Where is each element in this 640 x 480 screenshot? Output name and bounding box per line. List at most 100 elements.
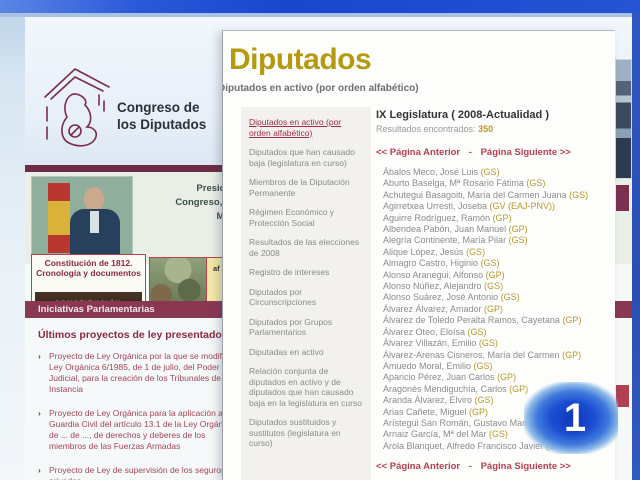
proyecto-item[interactable]: › Proyecto de Ley Orgánica por la que se … [38, 351, 237, 395]
legislature-heading: IX Legislatura ( 2008-Actualidad ) [376, 109, 614, 121]
proyecto-item-text: Proyecto de Ley Orgánica por la que se m… [49, 351, 233, 394]
deputy-row[interactable]: Alique López, Jesús (GS) [383, 247, 614, 258]
deputy-party-tag: (GS) [509, 235, 528, 245]
deputy-row[interactable]: Alegría Continente, María Pilar (GS) [383, 235, 614, 246]
deputy-row[interactable]: Aguirre Rodríguez, Ramón (GP) [383, 213, 614, 224]
sidebar-item[interactable]: Resultados de las elecciones de 2008 [249, 237, 363, 258]
president-portrait [84, 187, 104, 211]
sidebar-item[interactable]: Relación conjunta de diputados en activo… [249, 366, 363, 408]
deputy-party-tag: (GP) [509, 224, 528, 234]
constitucion-title-2: Cronología y documentos [32, 268, 145, 278]
deputy-list: Ábalos Meco, José Luis (GS)Aburto Baselg… [376, 167, 614, 452]
deputy-name: Alonso Suárez, José Antonio [383, 292, 501, 302]
pagina-siguiente-link[interactable]: Página Siguiente >> [481, 147, 571, 158]
brand-line-2: los Diputados [117, 116, 206, 133]
deputy-name: Álvarez Álvarez, Amador [383, 304, 484, 314]
deputy-party-tag: (GP) [493, 213, 512, 223]
pagination-top: << Página Anterior - Página Siguiente >> [376, 147, 614, 158]
chevron-bullet-icon: › [38, 465, 41, 476]
deputy-row[interactable]: Arístegui San Román, Gustavo Manuel de [383, 418, 614, 429]
sidebar-item[interactable]: Diputados por Grupos Parlamentarios [249, 317, 363, 338]
background-maroon-block-2 [616, 385, 629, 407]
sidebar-item[interactable]: Diputadas en activo [249, 347, 363, 358]
deputy-row[interactable]: Alonso Aranegui, Alfonso (GP) [383, 270, 614, 281]
deputy-row[interactable]: Almagro Castro, Higinio (GS) [383, 258, 614, 269]
deputy-row[interactable]: Álvarez Villazán, Emilio (GS) [383, 338, 614, 349]
painting-thumbnail[interactable] [149, 257, 207, 305]
deputy-name: Arola Blanquet, Alfredo Francisco Javier [383, 441, 546, 451]
deputy-party-tag: (GP) [469, 407, 488, 417]
deputy-row[interactable]: Ábalos Meco, José Luis (GS) [383, 167, 614, 178]
proyecto-item[interactable]: ›Proyecto de Ley de supervisión de los s… [38, 465, 237, 480]
deputy-party-tag: (GS) [546, 441, 565, 451]
constitucion-title-1: Constitución de 1812. [32, 258, 145, 268]
deputy-party-tag: (GP) [486, 270, 505, 280]
deputy-name: Almagro Castro, Higinio [383, 258, 481, 268]
sidebar-item[interactable]: Régimen Económico y Protección Social [249, 207, 363, 228]
deputy-party-tag: (GS) [489, 429, 508, 439]
deputy-party-tag: (GS) [569, 190, 588, 200]
window-titlebar [0, 0, 640, 13]
pagina-anterior-link[interactable]: << Página Anterior [376, 147, 460, 158]
sidebar-item-active[interactable]: Diputados en activo (por orden alfabétic… [249, 117, 363, 138]
deputy-row[interactable]: Álvarez de Toledo Peralta Ramos, Cayetan… [383, 315, 614, 326]
deputy-name: Albendea Pabón, Juan Manuel [383, 224, 509, 234]
deputy-name: Álvarez de Toledo Peralta Ramos, Cayetan… [383, 315, 562, 325]
deputy-name: Alique López, Jesús [383, 247, 466, 257]
pagina-siguiente-link[interactable]: Página Siguiente >> [481, 461, 571, 472]
results-count: 350 [478, 124, 493, 134]
deputy-party-tag: (GP) [562, 315, 581, 325]
deputy-row[interactable]: Arola Blanquet, Alfredo Francisco Javier… [383, 441, 614, 452]
background-maroon-block-1 [616, 185, 629, 211]
deputy-name: Aburto Baselga, Mª Rosario Fátima [383, 178, 526, 188]
deputy-name: Aguirre Rodríguez, Ramón [383, 213, 493, 223]
deputy-name: Ábalos Meco, José Luis [383, 167, 481, 177]
pagina-anterior-link[interactable]: << Página Anterior [376, 461, 460, 472]
deputy-row[interactable]: Álvarez-Arenas Cisneros, María del Carme… [383, 350, 614, 361]
deputy-row[interactable]: Amuedo Moral, Emilio (GS) [383, 361, 614, 372]
deputy-party-tag: (GS) [481, 258, 500, 268]
president-photo[interactable] [31, 176, 133, 260]
deputy-name: Agirretxea Urresti, Joseba [383, 201, 490, 211]
results-column: IX Legislatura ( 2008-Actualidad ) Resul… [376, 109, 614, 472]
deputy-party-tag: (GS) [475, 395, 494, 405]
deputy-name: Álvarez-Arenas Cisneros, María del Carme… [383, 350, 562, 360]
deputy-row[interactable]: Albendea Pabón, Juan Manuel (GP) [383, 224, 614, 235]
deputy-name: Alonso Núñez, Alejandro [383, 281, 484, 291]
deputy-row[interactable]: Alonso Suárez, José Antonio (GS) [383, 292, 614, 303]
sidebar-item[interactable]: Miembros de la Diputación Permanente [249, 177, 363, 198]
deputy-name: Arias Cañete, Miguel [383, 407, 469, 417]
deputy-row[interactable]: Aragonés Mendiguchía, Carlos (GP) [383, 384, 614, 395]
deputy-row[interactable]: Aparicio Pérez, Juan Carlos (GP) [383, 372, 614, 383]
deputy-name: Amuedo Moral, Emilio [383, 361, 474, 371]
deputy-name: Álvarez Oteo, Eloísa [383, 327, 468, 337]
chevron-bullet-icon: › [38, 351, 41, 362]
deputy-party-tag: (GS) [481, 167, 500, 177]
results-label: Resultados encontrados: [376, 124, 476, 134]
tv-frame: Congreso de los Diputados PresidenteCong… [0, 0, 640, 480]
deputy-row[interactable]: Arias Cañete, Miguel (GP) [383, 407, 614, 418]
sidebar-item[interactable]: Diputados sustituidos y sustitutos (legi… [249, 417, 363, 449]
deputy-row[interactable]: Álvarez Oteo, Eloísa (GS) [383, 327, 614, 338]
sidebar-item[interactable]: Registro de intereses [249, 267, 363, 278]
deputy-row[interactable]: Alonso Núñez, Alejandro (GS) [383, 281, 614, 292]
deputy-row[interactable]: Agirretxea Urresti, Joseba (GV (EAJ-PNV)… [383, 201, 614, 212]
deputy-name: Aragonés Mendiguchía, Carlos [383, 384, 509, 394]
congress-brand-text: Congreso de los Diputados [117, 99, 206, 133]
deputy-name: Álvarez Villazán, Emilio [383, 338, 479, 348]
page-subtitle: Diputados en activo (por orden alfabétic… [222, 83, 419, 94]
deputy-row[interactable]: Aranda Álvarez, Elviro (GS) [383, 395, 614, 406]
deputy-party-tag: (GP) [497, 372, 516, 382]
sidebar-item[interactable]: Diputados por Circunscripciones [249, 287, 363, 308]
deputy-row[interactable]: Aburto Baselga, Mª Rosario Fátima (GS) [383, 178, 614, 189]
chevron-bullet-icon: › [38, 408, 41, 419]
desktop-right-strip [632, 13, 640, 480]
deputy-row[interactable]: Álvarez Álvarez, Amador (GP) [383, 304, 614, 315]
deputy-row[interactable]: Arnaiz García, Mª del Mar (GS) [383, 429, 614, 440]
deputy-row[interactable]: Achutegui Basagoiti, María del Carmen Ju… [383, 190, 614, 201]
sidebar-item[interactable]: Diputados que han causado baja (legislat… [249, 147, 363, 168]
proyecto-item[interactable]: › Proyecto de Ley Orgánica para la aplica… [38, 408, 237, 452]
proyecto-item-text: Proyecto de Ley Orgánica para la aplicac… [49, 408, 234, 451]
proyectos-list: › Proyecto de Ley Orgánica por la que se … [38, 351, 238, 480]
deputy-party-tag: (GS) [474, 361, 493, 371]
